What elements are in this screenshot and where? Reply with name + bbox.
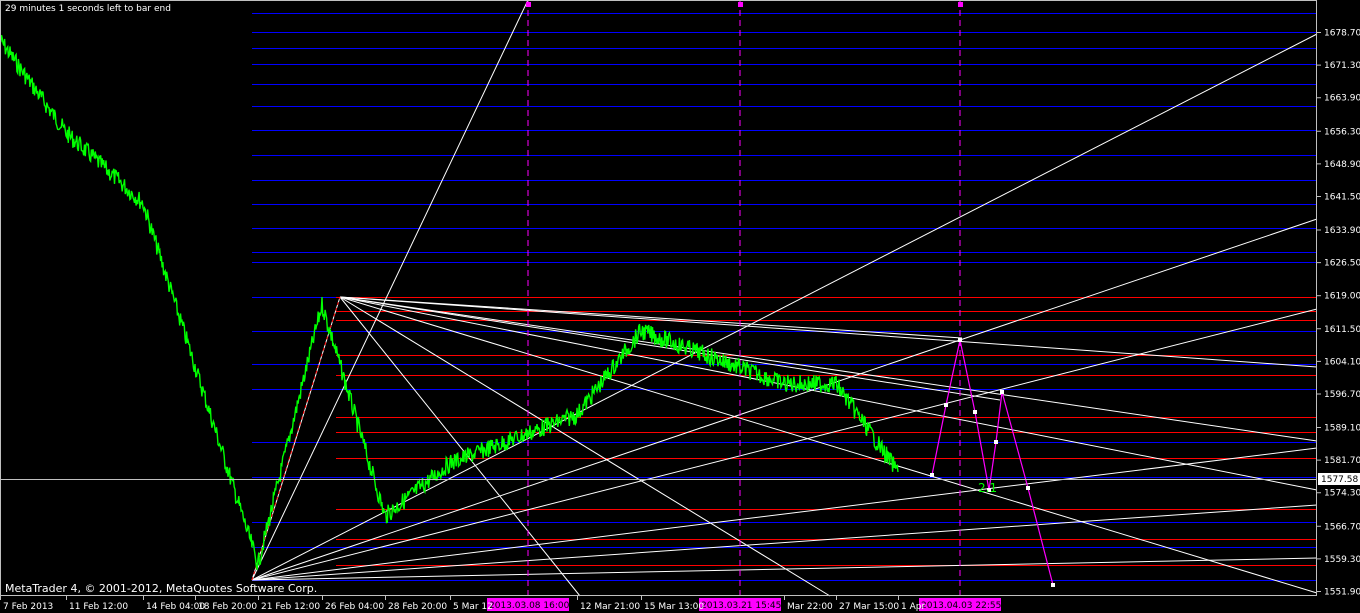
y-tick-label: 1604.10 — [1324, 357, 1360, 367]
x-tick-label: Mar 22:00 — [787, 602, 833, 612]
pattern-point — [944, 403, 948, 407]
x-tick-label: 5 Mar 12 — [453, 602, 493, 612]
pattern-point — [1051, 583, 1055, 587]
y-tick-label: 1671.30 — [1324, 61, 1360, 71]
y-tick-label: 1581.70 — [1324, 456, 1360, 466]
fan-line — [251, 218, 1318, 581]
horizontal-levels — [252, 13, 1317, 581]
fan-line — [251, 447, 1318, 581]
y-tick-label: 1619.00 — [1324, 292, 1360, 302]
y-tick-label: 1574.30 — [1324, 489, 1360, 499]
status-text: 29 minutes 1 seconds left to bar end — [5, 4, 171, 14]
x-tick-label: 12 Mar 21:00 — [580, 602, 640, 612]
marker-top-square — [526, 2, 531, 7]
fan-line — [339, 296, 581, 597]
marker-top-square — [958, 2, 963, 7]
x-axis: 7 Feb 2013 11 Feb 12:00 14 Feb 04:0018 Feb… — [0, 596, 925, 612]
x-tick-label: 11 Feb 12:00 — [69, 602, 128, 612]
y-tick-label: 1678.70 — [1324, 29, 1360, 39]
y-tick-label: 1633.90 — [1324, 226, 1360, 236]
y-tick-label: 1611.50 — [1324, 325, 1360, 335]
pattern-point — [994, 440, 998, 444]
x-tick-label: 28 Feb 20:00 — [388, 602, 447, 612]
pattern-label: 2.1 — [978, 481, 997, 495]
y-tick-label: 1663.90 — [1324, 94, 1360, 104]
x-tick-label: 26 Feb 04:00 — [325, 602, 384, 612]
y-tick-label: 1559.30 — [1324, 555, 1360, 565]
y-tick-label: 1589.10 — [1324, 424, 1360, 434]
x-tick-label: 18 Feb 20:00 — [198, 602, 257, 612]
y-tick-label: 1641.50 — [1324, 192, 1360, 202]
x-tick-label: 7 Feb 2013 — [3, 602, 53, 612]
x-tick-label: 27 Mar 15:00 — [839, 602, 899, 612]
y-tick-label: 1656.30 — [1324, 127, 1360, 137]
marker-top-square — [738, 2, 743, 7]
price-chart[interactable]: 2013.03.08 16:00 2013.03.21 15:45 2013.04.… — [0, 0, 1360, 613]
time-marker-label: 2013.04.03 22:55 — [921, 601, 1001, 611]
price-line — [0, 35, 899, 571]
y-tick-label: 1626.50 — [1324, 259, 1360, 269]
fan-line — [251, 0, 529, 581]
y-tick-label: 1596.70 — [1324, 390, 1360, 400]
x-tick-label: 1 Apr — [901, 602, 925, 612]
plot-area: 2013.03.08 16:00 2013.03.21 15:45 2013.04.… — [0, 0, 1318, 611]
y-tick-label: 1648.90 — [1324, 160, 1360, 170]
x-tick-label: 15 Mar 13:00 — [644, 602, 704, 612]
x-tick-label: 21 Feb 12:00 — [261, 602, 320, 612]
price-series — [0, 35, 899, 571]
fan-line — [251, 33, 1318, 581]
current-price-tag: 1577.58 — [1321, 475, 1358, 485]
copyright-text: MetaTrader 4, © 2001-2012, MetaQuotes So… — [5, 582, 317, 595]
pattern-point — [973, 410, 977, 414]
fan-line — [339, 296, 831, 597]
pattern-path — [931, 339, 1054, 586]
fan-line — [339, 296, 1318, 442]
pattern-point — [930, 473, 934, 477]
y-tick-label: 1566.70 — [1324, 522, 1360, 532]
x-tick-label: 14 Feb 04:00 — [146, 602, 205, 612]
y-axis: 1678.70 1671.30 1663.90 1656.30 1648.90 1641.… — [1317, 29, 1360, 598]
time-marker-label: 2013.03.21 15:45 — [701, 601, 781, 611]
pattern-point — [1000, 390, 1004, 394]
fan-line — [339, 296, 1001, 401]
pattern-point — [958, 338, 962, 342]
y-tick-label: 1551.90 — [1324, 588, 1360, 598]
fan-line — [339, 296, 1318, 491]
pattern-point — [1026, 486, 1030, 490]
time-marker-label: 2013.03.08 16:00 — [489, 601, 570, 611]
